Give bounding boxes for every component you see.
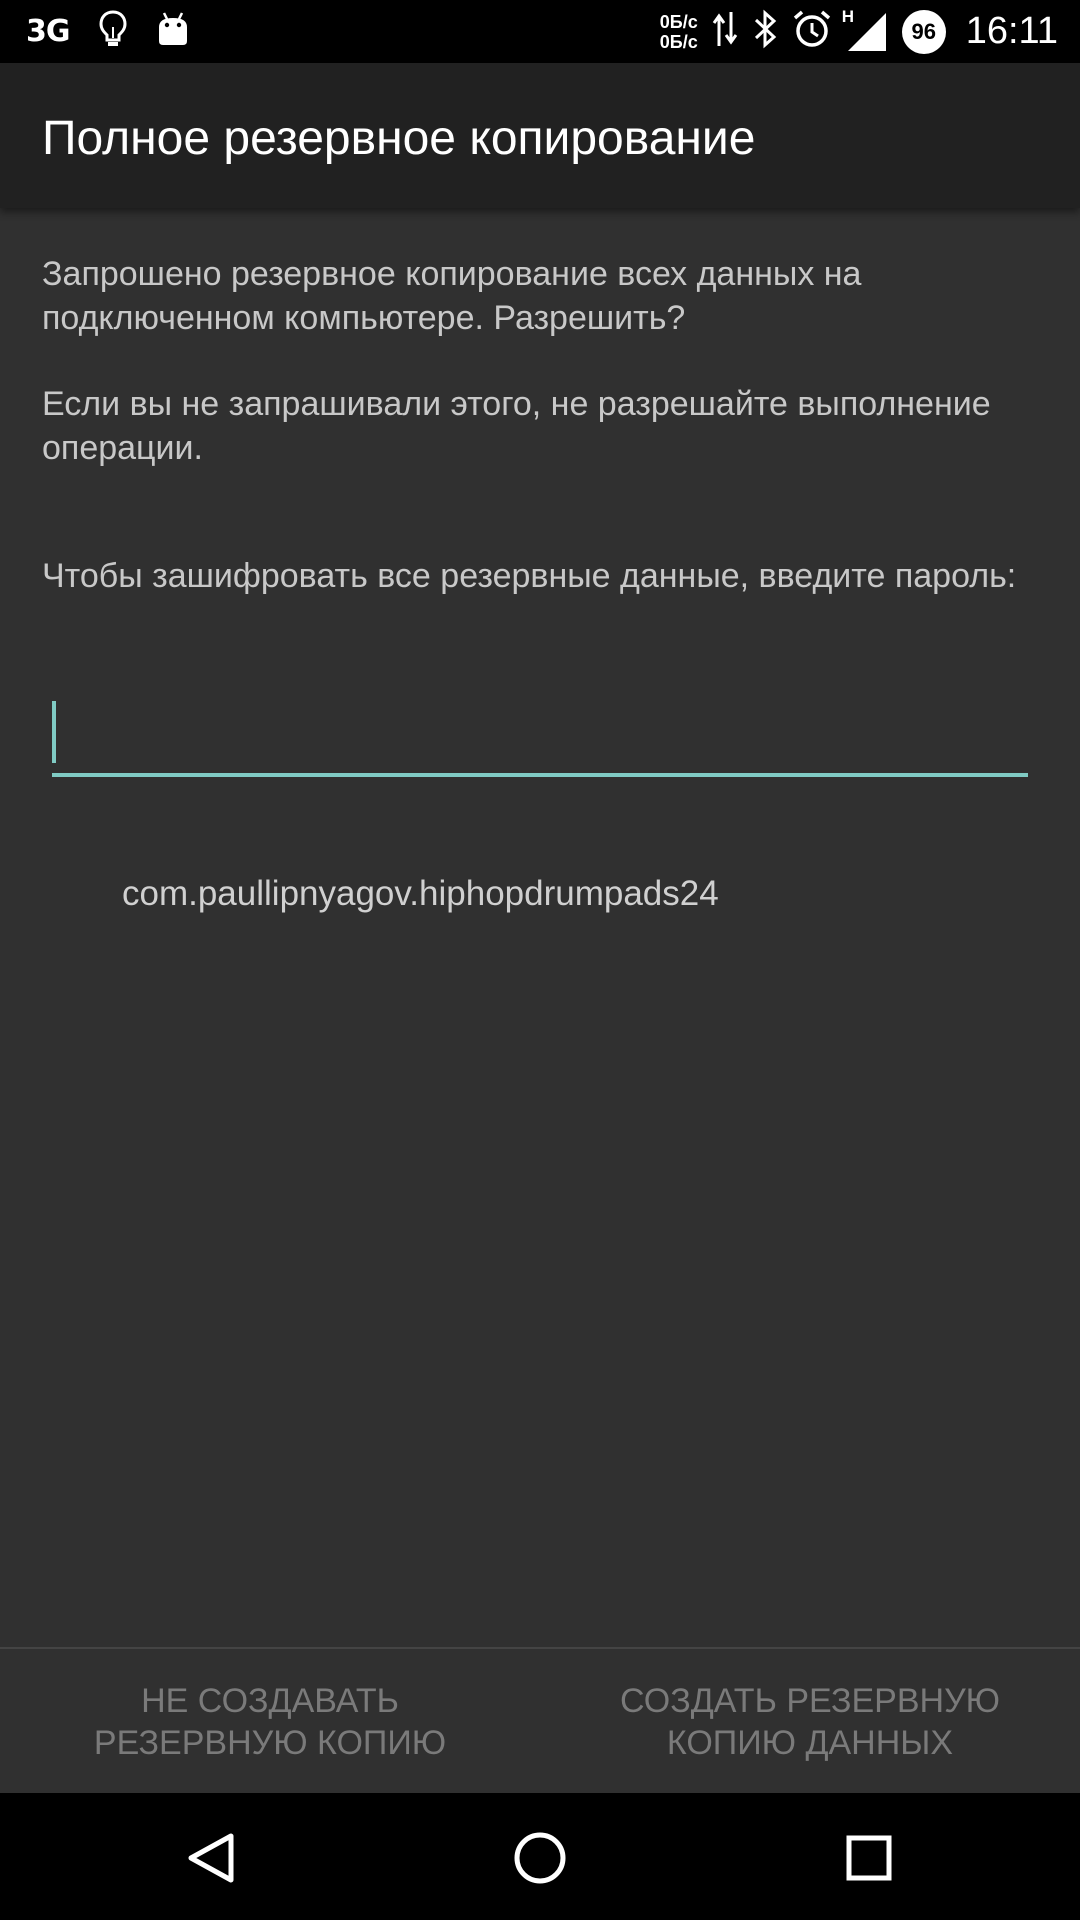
- warning-text: Если вы не запрашивали этого, не разреша…: [42, 385, 991, 467]
- status-left: 3G: [26, 0, 190, 63]
- encryption-prompt-text: Чтобы зашифровать все резервные данные, …: [42, 557, 1017, 595]
- status-right: 0Б/с 0Б/с H 96 16:11: [660, 0, 1058, 63]
- deny-backup-button[interactable]: НЕ СОЗДАВАТЬ РЕЗЕРВНУЮ КОПИЮ: [0, 1649, 540, 1795]
- bluetooth-icon: [752, 9, 778, 54]
- back-icon[interactable]: [176, 1823, 246, 1893]
- network-speed: 0Б/с 0Б/с: [660, 12, 698, 52]
- signal-label: H: [841, 6, 854, 26]
- package-name: com.paullipnyagov.hiphopdrumpads24: [122, 874, 719, 913]
- allow-backup-button[interactable]: СОЗДАТЬ РЕЗЕРВНУЮ КОПИЮ ДАННЫХ: [540, 1649, 1080, 1795]
- status-bar: 3G 0Б/с 0Б/с H 96 16:11: [0, 0, 1080, 63]
- password-input[interactable]: [52, 695, 1028, 777]
- app-bar: Полное резервное копирование: [0, 63, 1080, 208]
- speed-down: 0Б/с: [659, 31, 698, 52]
- navigation-bar: [0, 1793, 1080, 1920]
- backup-request-text: Запрошено резервное копирование всех дан…: [42, 255, 862, 337]
- text-cursor: [52, 701, 56, 763]
- page-title: Полное резервное копирование: [42, 112, 756, 165]
- android-icon: [156, 11, 190, 52]
- dialog-content: Запрошено резервное копирование всех дан…: [42, 252, 1042, 598]
- battery-icon: 96: [901, 9, 946, 54]
- home-icon[interactable]: [505, 1823, 575, 1893]
- alarm-icon: [792, 9, 832, 54]
- lightbulb-icon: [98, 9, 128, 54]
- clock: 16:11: [965, 10, 1058, 52]
- battery-level: 96: [911, 18, 936, 44]
- button-bar: НЕ СОЗДАВАТЬ РЕЗЕРВНУЮ КОПИЮ СОЗДАТЬ РЕЗ…: [0, 1647, 1080, 1795]
- recents-icon[interactable]: [834, 1823, 904, 1893]
- signal-icon: H: [842, 7, 888, 53]
- screen: 3G 0Б/с 0Б/с H 96 16:11 Полное резервное…: [0, 0, 1080, 1920]
- network-type: 3G: [26, 14, 70, 49]
- data-arrows-icon: [712, 10, 738, 53]
- speed-up: 0Б/с: [659, 11, 698, 32]
